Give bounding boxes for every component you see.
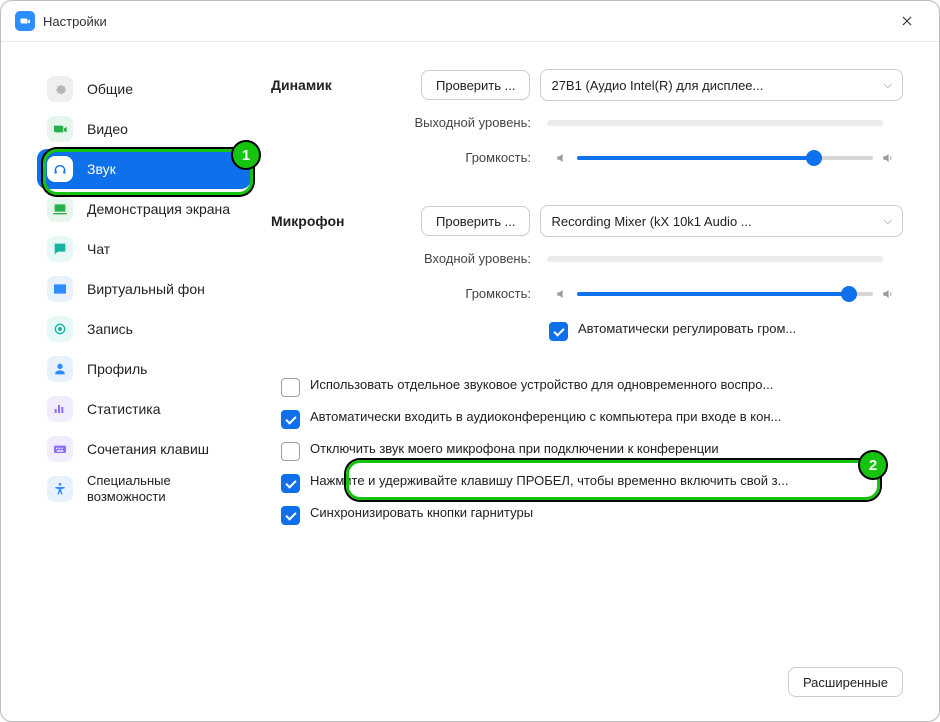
auto-adjust-volume-checkbox[interactable] — [549, 322, 568, 341]
separate-device-checkbox[interactable] — [281, 378, 300, 397]
sidebar-item-label: Статистика — [87, 401, 161, 418]
output-level-label: Выходной уровень: — [271, 115, 531, 130]
volume-high-icon — [881, 151, 895, 165]
sidebar-item-label: Чат — [87, 241, 110, 258]
chevron-down-icon: ⌵ — [884, 215, 892, 228]
advanced-button[interactable]: Расширенные — [788, 667, 903, 697]
separate-device-label: Использовать отдельное звуковое устройст… — [310, 377, 773, 392]
keyboard-icon — [47, 436, 73, 462]
stats-icon — [47, 396, 73, 422]
window-title: Настройки — [43, 14, 889, 29]
headset-sync-label: Синхронизировать кнопки гарнитуры — [310, 505, 533, 520]
sidebar-item-label: Сочетания клавиш — [87, 441, 209, 458]
sidebar-item-profile[interactable]: Профиль — [37, 349, 251, 389]
mute-mic-checkbox[interactable] — [281, 442, 300, 461]
audio-settings-panel: Динамик Проверить ... 27B1 (Аудио Intel(… — [271, 41, 939, 721]
option-auto-join-audio: Автоматически входить в аудиоконференцию… — [281, 403, 899, 435]
sidebar-item-label: Виртуальный фон — [87, 281, 205, 298]
mic-device-dropdown[interactable]: Recording Mixer (kX 10k1 Audio ... ⌵ — [540, 205, 903, 237]
virtual-background-icon — [47, 276, 73, 302]
speaker-section-label: Динамик — [271, 77, 401, 93]
sidebar-item-share[interactable]: Демонстрация экрана — [37, 189, 251, 229]
sidebar-item-statistics[interactable]: Статистика — [37, 389, 251, 429]
mic-input-level-meter — [547, 256, 883, 262]
sidebar-item-recording[interactable]: Запись — [37, 309, 251, 349]
person-icon — [47, 356, 73, 382]
auto-adjust-volume-label: Автоматически регулировать гром... — [578, 321, 796, 336]
camera-icon — [47, 116, 73, 142]
sidebar-item-label: Специальные возможности — [87, 473, 241, 504]
volume-low-icon — [555, 287, 569, 301]
sidebar-item-label: Демонстрация экрана — [87, 201, 230, 218]
headphones-icon — [47, 156, 73, 182]
auto-join-audio-checkbox[interactable] — [281, 410, 300, 429]
close-button[interactable] — [889, 3, 925, 39]
sidebar-item-label: Звук — [87, 161, 116, 178]
option-mute-mic: Отключить звук моего микрофона при подкл… — [281, 435, 899, 467]
speaker-volume-label: Громкость: — [271, 150, 531, 165]
input-level-label: Входной уровень: — [271, 251, 531, 266]
speaker-device-value: 27B1 (Аудио Intel(R) для дисплее... — [551, 78, 763, 93]
space-unmute-label: Нажмите и удерживайте клавишу ПРОБЕЛ, чт… — [310, 473, 788, 488]
volume-low-icon — [555, 151, 569, 165]
sidebar-item-general[interactable]: Общие — [37, 69, 251, 109]
title-bar: Настройки — [1, 1, 939, 42]
volume-high-icon — [881, 287, 895, 301]
accessibility-icon — [47, 476, 73, 502]
mute-mic-label: Отключить звук моего микрофона при подкл… — [310, 441, 719, 456]
chevron-down-icon: ⌵ — [884, 79, 892, 92]
sidebar-item-label: Запись — [87, 321, 133, 338]
option-headset-sync: Синхронизировать кнопки гарнитуры — [281, 499, 899, 531]
record-icon — [47, 316, 73, 342]
space-unmute-checkbox[interactable] — [281, 474, 300, 493]
sidebar-item-label: Видео — [87, 121, 128, 138]
option-separate-device: Использовать отдельное звуковое устройст… — [281, 371, 899, 403]
mic-device-value: Recording Mixer (kX 10k1 Audio ... — [551, 214, 751, 229]
settings-window: Настройки Общие Видео — [0, 0, 940, 722]
test-speaker-button[interactable]: Проверить ... — [421, 70, 530, 100]
sidebar-item-video[interactable]: Видео — [37, 109, 251, 149]
sidebar-item-label: Общие — [87, 81, 133, 98]
sidebar-item-virtual-bg[interactable]: Виртуальный фон — [37, 269, 251, 309]
gear-icon — [47, 76, 73, 102]
mic-section-label: Микрофон — [271, 213, 401, 229]
mic-volume-label: Громкость: — [271, 286, 531, 301]
speaker-device-dropdown[interactable]: 27B1 (Аудио Intel(R) для дисплее... ⌵ — [540, 69, 903, 101]
share-screen-icon — [47, 196, 73, 222]
sidebar-item-chat[interactable]: Чат — [37, 229, 251, 269]
option-space-unmute: Нажмите и удерживайте клавишу ПРОБЕЛ, чт… — [281, 467, 899, 499]
headset-sync-checkbox[interactable] — [281, 506, 300, 525]
speaker-volume-slider[interactable] — [577, 156, 873, 160]
app-icon — [15, 11, 35, 31]
sidebar-item-label: Профиль — [87, 361, 147, 378]
sidebar-item-accessibility[interactable]: Специальные возможности — [37, 469, 251, 509]
auto-join-audio-label: Автоматически входить в аудиоконференцию… — [310, 409, 781, 424]
sidebar-item-shortcuts[interactable]: Сочетания клавиш — [37, 429, 251, 469]
mic-volume-slider[interactable] — [577, 292, 873, 296]
chat-icon — [47, 236, 73, 262]
sidebar: Общие Видео Звук Демонстрация экрана — [1, 41, 271, 721]
sidebar-item-audio[interactable]: Звук — [37, 149, 251, 189]
test-mic-button[interactable]: Проверить ... — [421, 206, 530, 236]
speaker-output-level-meter — [547, 120, 883, 126]
